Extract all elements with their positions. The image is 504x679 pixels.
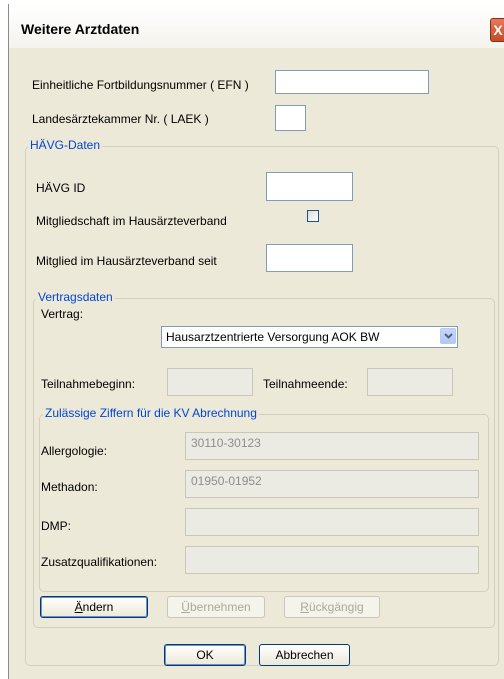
laek-label: Landesärztekammer Nr. ( LAEK ) [32, 112, 209, 126]
dialog-window: Weitere Arztdaten X Einheitliche Fortbil… [8, 4, 504, 679]
title-bar: Weitere Arztdaten X [9, 4, 504, 48]
teilnahmebeginn-label: Teilnahmebeginn: [41, 377, 136, 391]
ziffern-legend: Zulässige Ziffern für die KV Abrechnung [43, 406, 259, 420]
vertrag-select[interactable]: Hausarztzentrierte Versorgung AOK BW [161, 326, 458, 348]
rueckgaengig-button[interactable]: Rückgängig [284, 596, 380, 618]
vertragsdaten-legend: Vertragsdaten [36, 290, 115, 304]
window-title: Weitere Arztdaten [21, 21, 140, 37]
uebernehmen-label: bernehmen [189, 600, 251, 614]
dmp-input[interactable] [185, 508, 479, 536]
efn-input[interactable] [275, 70, 429, 94]
zusatz-label: Zusatzqualifikationen: [41, 555, 158, 569]
vertrag-value: Hausarztzentrierte Versorgung AOK BW [166, 330, 380, 344]
aendern-label: ndern [82, 600, 114, 614]
teilnahmeende-input[interactable] [367, 368, 453, 396]
abbrechen-button[interactable]: Abbrechen [259, 644, 350, 666]
allergologie-label: Allergologie: [41, 444, 108, 458]
rueckgaengig-label: ückgängig [308, 600, 364, 614]
membership-label: Mitgliedschaft im Hausärzteverband [36, 214, 227, 228]
methadon-label: Methadon: [41, 480, 98, 494]
member-since-label: Mitglied im Hausärzteverband seit [36, 254, 217, 268]
aendern-mnemonic: Ä [74, 600, 83, 614]
efn-label: Einheitliche Fortbildungsnummer ( EFN ) [32, 78, 249, 92]
haevg-id-label: HÄVG ID [36, 181, 86, 195]
member-since-input[interactable] [266, 244, 353, 272]
laek-input[interactable] [275, 105, 306, 131]
aendern-button[interactable]: Ändern [40, 596, 148, 618]
uebernehmen-button[interactable]: Übernehmen [167, 596, 265, 618]
haevg-id-input[interactable] [266, 172, 353, 201]
ok-button[interactable]: OK [164, 644, 246, 666]
haevg-legend: HÄVG-Daten [28, 138, 103, 152]
rueckgaengig-mnemonic: R [300, 600, 309, 614]
chevron-down-icon[interactable] [440, 328, 456, 344]
close-glyph: X [493, 22, 503, 38]
vertrag-label: Vertrag: [41, 307, 84, 321]
uebernehmen-mnemonic: Ü [181, 600, 190, 614]
methadon-value: 01950-01952 [191, 474, 262, 488]
teilnahmebeginn-input[interactable] [167, 368, 253, 396]
teilnahmeende-label: Teilnahmeende: [263, 377, 348, 391]
allergologie-input[interactable]: 30110-30123 [185, 432, 479, 460]
allergologie-value: 30110-30123 [191, 436, 261, 450]
dmp-label: DMP: [41, 519, 71, 533]
close-icon[interactable]: X [490, 18, 504, 42]
membership-checkbox[interactable] [307, 210, 319, 222]
zusatz-input[interactable] [185, 546, 479, 574]
methadon-input[interactable]: 01950-01952 [185, 470, 479, 498]
